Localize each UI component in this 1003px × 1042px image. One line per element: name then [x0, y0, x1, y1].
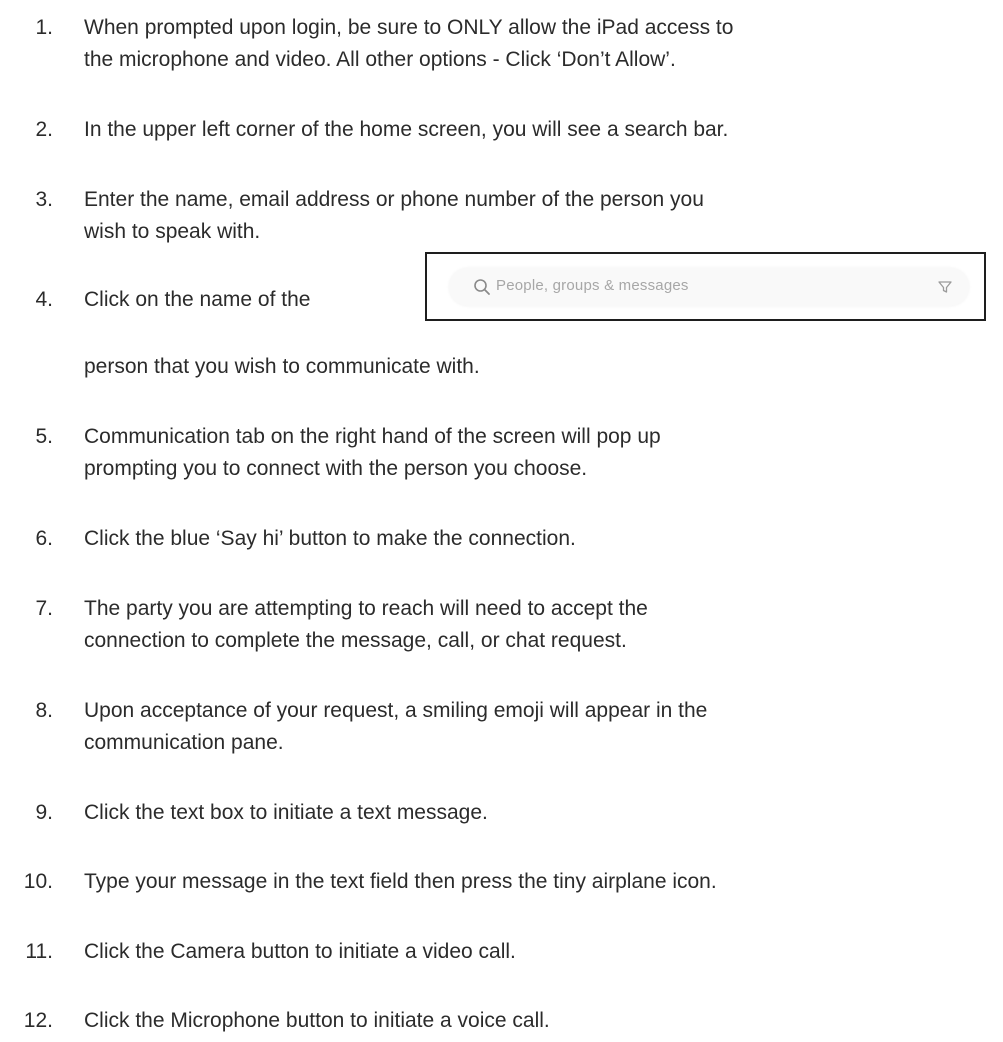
step-text-line: Click the Camera button to initiate a vi…: [84, 940, 516, 963]
step-number: 1.: [35, 16, 53, 39]
step-text-line: Enter the name, email address or phone n…: [84, 188, 704, 211]
step-number: 2.: [35, 118, 53, 141]
step-number: 7.: [35, 597, 53, 620]
step-text-line: Click the Microphone button to initiate …: [84, 1009, 550, 1032]
step-number: 5.: [35, 425, 53, 448]
step-text-line: Upon acceptance of your request, a smili…: [84, 699, 708, 722]
step-text-line: Communication tab on the right hand of t…: [84, 425, 661, 448]
step-number: 8.: [35, 699, 53, 722]
step-text-line: Click the blue ‘Say hi’ button to make t…: [84, 527, 576, 550]
instructions-page: 1. When prompted upon login, be sure to …: [0, 0, 1003, 1042]
step-text-line: Click the text box to initiate a text me…: [84, 801, 488, 824]
step-number: 12.: [23, 1009, 53, 1032]
step-text-line: wish to speak with.: [84, 220, 261, 243]
step-text-line: the microphone and video. All other opti…: [84, 48, 676, 71]
step-number: 6.: [35, 527, 53, 550]
step-text-line: Type your message in the text field then…: [84, 870, 717, 893]
step-number: 3.: [35, 188, 53, 211]
filter-icon: [938, 281, 952, 293]
step-text-line: When prompted upon login, be sure to ONL…: [84, 16, 734, 39]
step-text-line: In the upper left corner of the home scr…: [84, 118, 729, 141]
step-text-line: person that you wish to communicate with…: [84, 355, 480, 378]
step-number: 4.: [35, 288, 53, 311]
step-text-line: communication pane.: [84, 731, 284, 754]
step-text-line: prompting you to connect with the person…: [84, 457, 588, 480]
step-number: 11.: [25, 940, 53, 963]
search-icon: [474, 279, 490, 295]
step-text-line: connection to complete the message, call…: [84, 629, 627, 652]
step-number: 10.: [23, 870, 53, 893]
search-bar-screenshot: People, groups & messages: [425, 252, 986, 321]
step-number: 9.: [35, 801, 53, 824]
search-input: People, groups & messages: [449, 268, 969, 306]
step-text-line: The party you are attempting to reach wi…: [84, 597, 648, 620]
search-placeholder: People, groups & messages: [496, 277, 689, 294]
